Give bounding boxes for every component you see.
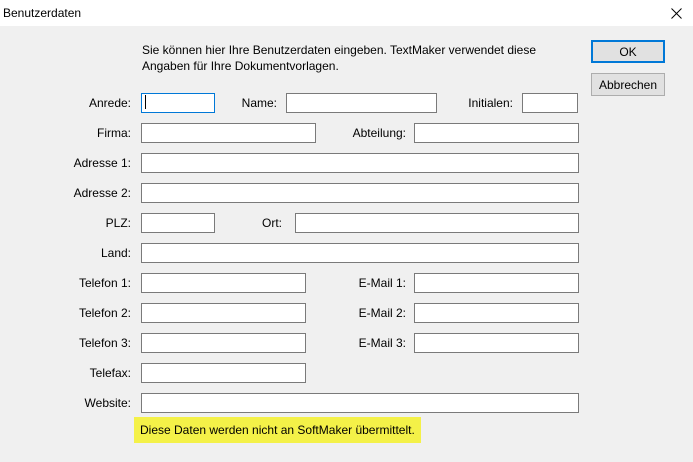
label-telefon1: Telefon 1: xyxy=(78,276,131,290)
label-email1: E-Mail 1: xyxy=(358,276,406,290)
label-plz: PLZ: xyxy=(105,216,131,230)
telefon2-field[interactable] xyxy=(141,303,306,323)
label-ort: Ort: xyxy=(262,216,282,230)
telefax-field[interactable] xyxy=(141,363,306,383)
adresse1-field[interactable] xyxy=(141,153,579,173)
label-land: Land: xyxy=(100,246,131,260)
initialen-field[interactable] xyxy=(522,93,578,113)
adresse2-field[interactable] xyxy=(141,183,579,203)
label-email3: E-Mail 3: xyxy=(358,336,406,350)
label-website: Website: xyxy=(84,396,131,410)
label-adresse2: Adresse 2: xyxy=(73,186,131,200)
privacy-note: Diese Daten werden nicht an SoftMaker üb… xyxy=(134,417,421,443)
label-telefon2: Telefon 2: xyxy=(78,306,131,320)
ok-button[interactable]: OK xyxy=(591,40,665,63)
label-initialen: Initialen: xyxy=(468,96,513,110)
window-title: Benutzerdaten xyxy=(3,6,82,20)
label-email2: E-Mail 2: xyxy=(358,306,406,320)
website-field[interactable] xyxy=(141,393,579,413)
ort-field[interactable] xyxy=(295,213,579,233)
telefon1-field[interactable] xyxy=(141,273,306,293)
label-name: Name: xyxy=(241,96,277,110)
plz-field[interactable] xyxy=(141,213,215,233)
land-field[interactable] xyxy=(141,243,579,263)
label-telefon3: Telefon 3: xyxy=(78,336,131,350)
email2-field[interactable] xyxy=(414,303,579,323)
cancel-button[interactable]: Abbrechen xyxy=(591,73,665,96)
close-icon xyxy=(671,7,682,19)
label-adresse1: Adresse 1: xyxy=(73,156,131,170)
close-button[interactable] xyxy=(660,0,693,26)
label-anrede: Anrede: xyxy=(88,96,131,110)
label-firma: Firma: xyxy=(97,126,131,140)
title-bar: Benutzerdaten xyxy=(0,0,693,26)
name-field[interactable] xyxy=(286,93,437,113)
anrede-field[interactable] xyxy=(141,93,215,113)
text-caret xyxy=(145,95,146,109)
abteilung-field[interactable] xyxy=(414,123,579,143)
telefon3-field[interactable] xyxy=(141,333,306,353)
email3-field[interactable] xyxy=(414,333,579,353)
label-abteilung: Abteilung: xyxy=(352,126,406,140)
label-telefax: Telefax: xyxy=(89,366,131,380)
firma-field[interactable] xyxy=(141,123,316,143)
email1-field[interactable] xyxy=(414,273,579,293)
intro-text: Sie können hier Ihre Benutzerdaten einge… xyxy=(142,43,537,73)
